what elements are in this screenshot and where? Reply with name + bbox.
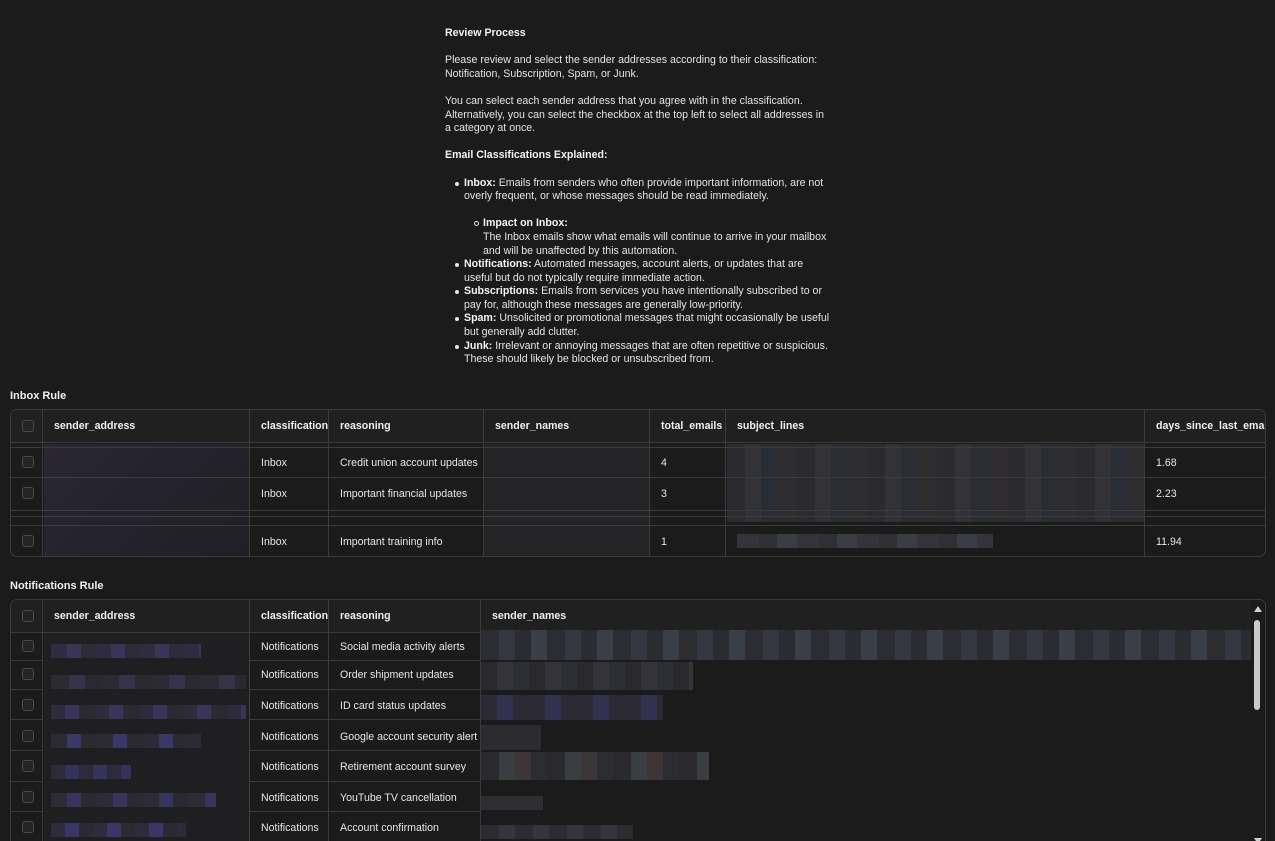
col-header-reasoning[interactable]: reasoning: [329, 600, 391, 633]
redacted-subject-line: [737, 534, 993, 548]
col-header-sender-address[interactable]: sender_address: [43, 410, 135, 443]
cell-days-since-last-email: 2.23: [1156, 488, 1177, 500]
cell-classification: Inbox: [261, 488, 287, 500]
cell-reasoning: Important training info: [340, 536, 443, 548]
row-checkbox[interactable]: [22, 668, 34, 680]
review-paragraph-1: Please review and select the sender addr…: [445, 54, 818, 80]
scroll-up-arrow-icon[interactable]: [1254, 606, 1262, 612]
col-header-classification[interactable]: classification: [250, 600, 328, 633]
row-checkbox[interactable]: [22, 535, 34, 547]
row-checkbox[interactable]: [22, 640, 34, 652]
cell-reasoning: Social media activity alerts: [340, 641, 465, 653]
classification-list: Inbox: Emails from senders who often pro…: [455, 177, 830, 367]
row-checkbox[interactable]: [22, 821, 34, 833]
cell-total-emails: 3: [661, 488, 667, 500]
col-header-sender-names[interactable]: sender_names: [481, 600, 566, 633]
col-header-sender-address[interactable]: sender_address: [43, 600, 135, 633]
inbox-table-header: [11, 410, 1265, 443]
cell-reasoning: Credit union account updates: [340, 457, 478, 469]
row-checkbox[interactable]: [22, 487, 34, 499]
cell-days-since-last-email: 1.68: [1156, 457, 1177, 469]
cell-classification: Inbox: [261, 457, 287, 469]
cell-reasoning: ID card status updates: [340, 700, 446, 712]
cell-days-since-last-email: 11.94: [1156, 536, 1182, 548]
cell-reasoning: Account confirmation: [340, 822, 439, 834]
cell-reasoning: Important financial updates: [340, 488, 468, 500]
cell-reasoning: Order shipment updates: [340, 669, 454, 681]
cell-reasoning: YouTube TV cancellation: [340, 792, 457, 804]
inbox-rule-title: Inbox Rule: [10, 390, 67, 402]
review-instructions: Review Process Please review and select …: [445, 27, 830, 367]
cell-classification: Inbox: [261, 536, 287, 548]
classifications-title: Email Classifications Explained:: [445, 149, 608, 162]
inbox-rule-table: sender_address classification reasoning …: [10, 409, 1266, 557]
inbox-impact-item: Impact on Inbox: The Inbox emails show w…: [474, 217, 830, 258]
redacted-sender-names: [481, 630, 1253, 660]
redacted-sender-address: [44, 444, 250, 556]
cell-classification: Notifications: [261, 669, 319, 681]
col-header-classification[interactable]: classification: [250, 410, 328, 443]
row-checkbox[interactable]: [22, 760, 34, 772]
cell-total-emails: 1: [661, 536, 667, 548]
col-header-sender-names[interactable]: sender_names: [484, 410, 569, 443]
redacted-sender-names: [484, 444, 649, 556]
col-header-reasoning[interactable]: reasoning: [329, 410, 391, 443]
row-checkbox[interactable]: [22, 699, 34, 711]
classification-item-inbox: Inbox: Emails from senders who often pro…: [455, 177, 830, 259]
notifications-table-header: [11, 600, 1265, 633]
col-header-days-since-last-email[interactable]: days_since_last_email: [1145, 410, 1265, 443]
select-all-checkbox[interactable]: [22, 610, 34, 622]
cell-classification: Notifications: [261, 761, 319, 773]
classification-item-subscriptions: Subscriptions: Emails from services you …: [455, 285, 830, 312]
cell-classification: Notifications: [261, 822, 319, 834]
cell-classification: Notifications: [261, 731, 319, 743]
classification-item-spam: Spam: Unsolicited or promotional message…: [455, 312, 830, 339]
review-paragraph-2: You can select each sender address that …: [445, 94, 825, 135]
row-checkbox[interactable]: [22, 791, 34, 803]
scrollbar-thumb[interactable]: [1254, 620, 1260, 710]
cell-classification: Notifications: [261, 641, 319, 653]
cell-total-emails: 4: [661, 457, 667, 469]
inbox-sublist: Impact on Inbox: The Inbox emails show w…: [474, 217, 830, 258]
notifications-rule-title: Notifications Rule: [10, 580, 104, 592]
col-header-subject-lines[interactable]: subject_lines: [726, 410, 804, 443]
classification-item-junk: Junk: Irrelevant or annoying messages th…: [455, 340, 830, 367]
review-title: Review Process: [445, 27, 526, 39]
col-header-total-emails[interactable]: total_emails: [650, 410, 722, 443]
table-scrollbar[interactable]: [1251, 600, 1265, 841]
classification-item-notifications: Notifications: Automated messages, accou…: [455, 258, 830, 285]
row-checkbox[interactable]: [22, 456, 34, 468]
cell-reasoning: Google account security alert: [340, 731, 478, 743]
row-checkbox[interactable]: [22, 730, 34, 742]
notifications-rule-table: sender_address classification reasoning …: [10, 599, 1266, 841]
cell-reasoning: Retirement account survey: [340, 761, 467, 773]
cell-classification: Notifications: [261, 792, 319, 804]
select-all-checkbox[interactable]: [22, 420, 34, 432]
cell-classification: Notifications: [261, 700, 319, 712]
